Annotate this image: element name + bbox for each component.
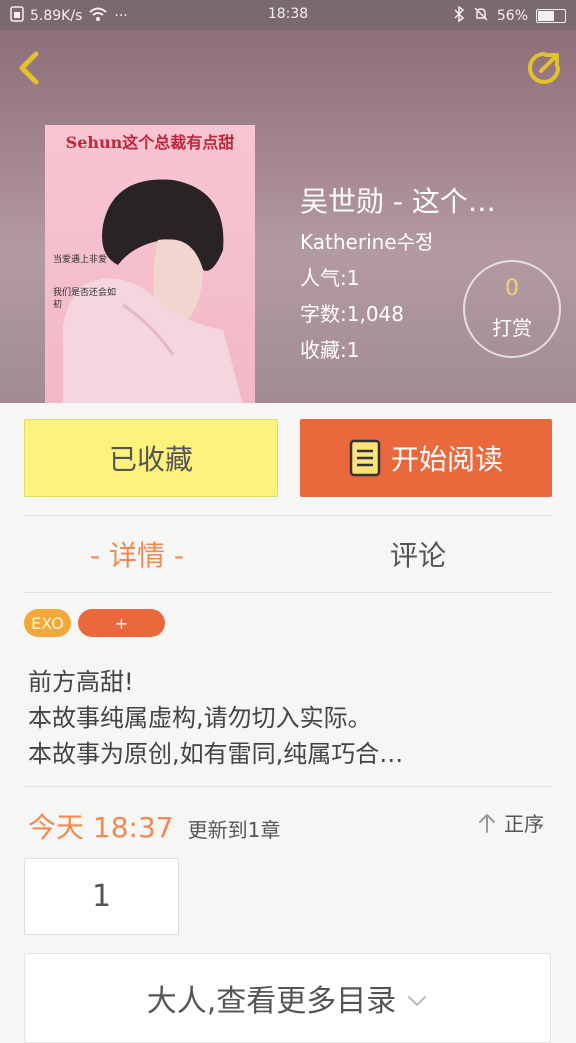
collected-label: 已收藏: [108, 443, 193, 476]
book-title: 吴世勋 - 这个…: [300, 185, 496, 218]
chevron-down-icon: [408, 996, 427, 1006]
book-cover[interactable]: Sehun这个总裁有点甜 当爱遇上非爱 我们是否还会如初: [45, 125, 255, 403]
popularity: 人气:1: [300, 266, 360, 290]
book-author[interactable]: Katherine수정: [300, 226, 433, 255]
update-text: 更新到1章: [187, 818, 281, 842]
book-icon: [349, 439, 381, 477]
cover-title: Sehun这个总裁有点甜: [65, 133, 235, 152]
cover-photo: [63, 179, 243, 403]
sort-order-label: 正序: [504, 812, 544, 836]
favorite-count: 收藏:1: [300, 338, 360, 362]
divider: [24, 515, 552, 516]
tag-exo[interactable]: EXO: [24, 609, 71, 637]
chevron-left-icon: [19, 51, 39, 85]
description-line: 本故事纯属虚构,请勿切入实际。: [28, 704, 372, 732]
tip-label: 打赏: [492, 316, 532, 340]
chapter-number: 1: [91, 879, 112, 914]
book-header: Sehun这个总裁有点甜 当爱遇上非爱 我们是否还会如初 吴世勋 - 这个… K…: [0, 30, 576, 403]
chapter-item[interactable]: 1: [24, 858, 179, 935]
start-reading-label: 开始阅读: [390, 443, 503, 476]
share-icon: [528, 52, 560, 84]
battery-icon: [536, 9, 566, 23]
update-info: 今天 18:37 更新到1章: [28, 806, 280, 846]
cover-tagline-1: 当爱遇上非爱: [53, 255, 108, 265]
bluetooth-icon: [453, 5, 465, 26]
divider: [24, 592, 552, 593]
tip-button[interactable]: 0 打赏: [463, 260, 561, 358]
more-catalog-button[interactable]: 大人,查看更多目录: [24, 953, 551, 1043]
sort-order-button[interactable]: 正序: [478, 808, 544, 837]
add-tag-button[interactable]: +: [78, 609, 165, 637]
cover-tagline-2: 我们是否还会如初: [53, 288, 117, 310]
more-catalog-label: 大人,查看更多目录: [146, 984, 397, 1019]
arrow-up-icon: [479, 813, 495, 833]
update-time: 今天 18:37: [28, 811, 174, 844]
start-reading-button[interactable]: 开始阅读: [300, 419, 552, 497]
mute-icon: [473, 6, 489, 26]
description-line: 本故事为原创,如有雷同,纯属巧合…: [28, 740, 404, 768]
tab-comment[interactable]: 评论: [390, 534, 446, 574]
word-count: 字数:1,048: [300, 302, 404, 326]
tip-count: 0: [505, 276, 519, 301]
collected-button[interactable]: 已收藏: [24, 419, 278, 497]
description-line: 前方高甜!: [28, 668, 134, 696]
book-description[interactable]: 前方高甜! 本故事纯属虚构,请勿切入实际。 本故事为原创,如有雷同,纯属巧合…: [28, 664, 548, 772]
battery-percent: 56%: [496, 8, 528, 24]
status-bar: 5.89K/s ··· 18:38 56%: [0, 0, 576, 30]
share-button[interactable]: [524, 48, 564, 88]
divider: [24, 786, 552, 787]
back-button[interactable]: [12, 48, 52, 88]
tab-detail[interactable]: - 详情 -: [90, 534, 184, 574]
